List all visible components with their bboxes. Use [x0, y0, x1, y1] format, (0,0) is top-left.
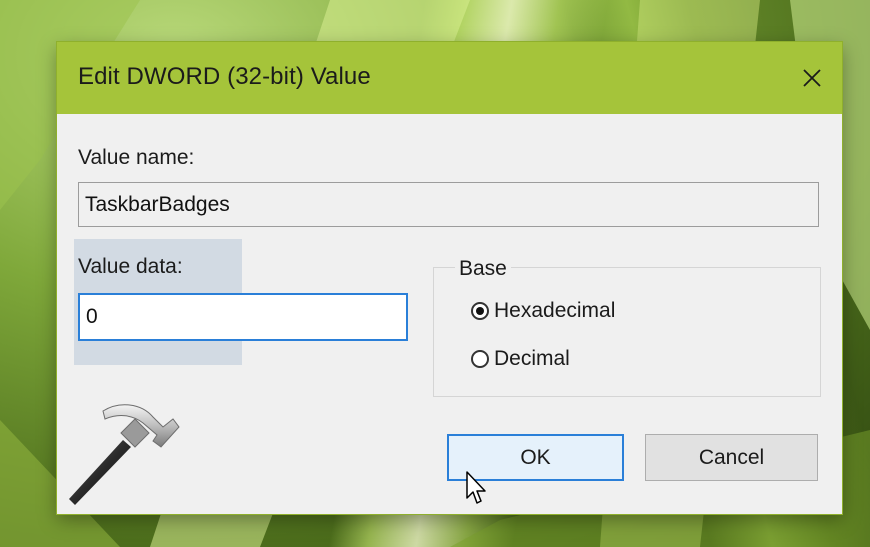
close-button[interactable]	[782, 42, 842, 114]
hammer-icon	[69, 404, 180, 505]
radio-decimal-button[interactable]	[471, 350, 489, 368]
radio-hexadecimal[interactable]: Hexadecimal	[471, 299, 615, 323]
radio-hexadecimal-button[interactable]	[471, 302, 489, 320]
dialog-title: Edit DWORD (32-bit) Value	[78, 63, 371, 90]
base-group-label: Base	[455, 257, 511, 281]
cancel-button[interactable]: Cancel	[645, 434, 818, 481]
value-data-label: Value data:	[78, 255, 183, 278]
value-name-field[interactable]	[78, 182, 819, 227]
radio-decimal[interactable]: Decimal	[471, 347, 570, 371]
cancel-button-label: Cancel	[698, 445, 765, 469]
base-groupbox	[433, 267, 821, 397]
ok-button-label: OK	[520, 445, 551, 469]
close-icon	[803, 69, 821, 87]
value-name-label: Value name:	[78, 146, 195, 169]
edit-dword-dialog: Edit DWORD (32-bit) Value Value name: Va…	[57, 42, 842, 514]
mouse-pointer-icon	[466, 471, 486, 504]
radio-decimal-label: Decimal	[494, 347, 570, 370]
dialog-titlebar[interactable]: Edit DWORD (32-bit) Value	[57, 42, 842, 114]
value-data-field[interactable]	[78, 293, 408, 341]
radio-hexadecimal-label: Hexadecimal	[494, 299, 616, 322]
